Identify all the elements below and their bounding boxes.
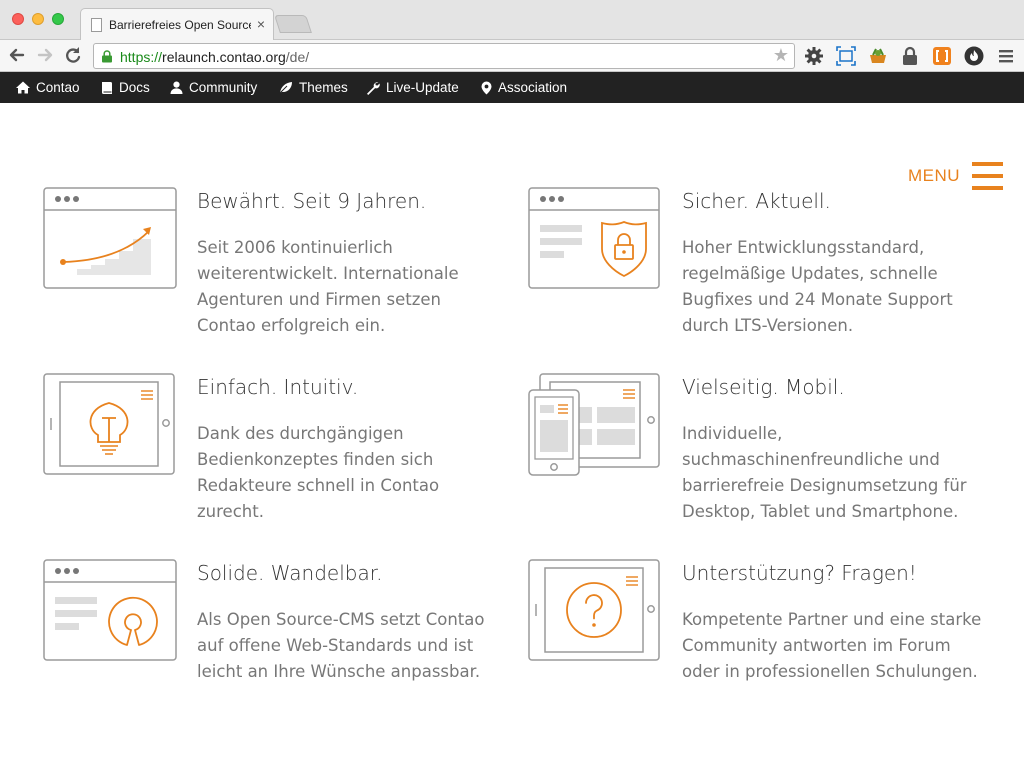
page-favicon-icon <box>91 18 102 32</box>
open-source-icon <box>43 559 177 661</box>
nav-link-themes[interactable]: Themes <box>279 72 348 103</box>
url-text: https://relaunch.contao.org/de/ <box>120 49 310 65</box>
forward-arrow-icon[interactable] <box>34 44 56 66</box>
map-pin-icon <box>481 81 492 94</box>
nav-link-community[interactable]: Community <box>170 72 257 103</box>
nav-link-contao[interactable]: Contao <box>16 72 80 103</box>
menu-label: MENU <box>908 166 961 185</box>
site-top-bar: Contao Docs Community Themes Live-Update… <box>0 72 1024 103</box>
feature-heading: Sicher. Aktuell. <box>682 189 831 213</box>
nav-link-live-update[interactable]: Live-Update <box>366 72 459 103</box>
feature-simple: Einfach. Intuitiv. Dank des durchgängige… <box>43 373 503 543</box>
screenshot-capture-icon[interactable] <box>835 45 857 67</box>
feature-heading: Solide. Wandelbar. <box>197 561 383 585</box>
feature-heading: Unterstützung? Fragen! <box>682 561 917 585</box>
feature-heading: Einfach. Intuitiv. <box>197 375 359 399</box>
feature-heading: Bewährt. Seit 9 Jahren. <box>197 189 427 213</box>
book-icon <box>102 81 112 94</box>
password-lock-icon[interactable] <box>899 45 921 67</box>
wrench-icon <box>367 81 380 95</box>
window-minimize-button[interactable] <box>32 13 44 25</box>
feature-proven: Bewährt. Seit 9 Jahren. Seit 2006 kontin… <box>43 187 503 357</box>
nav-label: Community <box>189 80 258 95</box>
feature-text: Kompetente Partner und eine starke Commu… <box>682 610 982 681</box>
feature-heading: Vielseitig. Mobil. <box>682 375 845 399</box>
window-close-button[interactable] <box>12 13 24 25</box>
growth-chart-icon <box>43 187 177 289</box>
browser-titlebar: Barrierefreies Open Source × <box>0 0 1024 41</box>
nav-label: Live-Update <box>386 80 459 95</box>
feature-support: Unterstützung? Fragen! Kompetente Partne… <box>528 559 988 729</box>
hamburger-icon <box>972 162 1004 190</box>
brackets-extension-icon[interactable] <box>931 45 953 67</box>
settings-gear-icon[interactable] <box>803 45 825 67</box>
feature-text: Als Open Source-CMS setzt Contao auf off… <box>197 610 485 681</box>
feature-text: Individuelle, suchmaschinenfreundliche u… <box>682 424 967 521</box>
question-icon <box>528 559 660 661</box>
feature-solid: Solide. Wandelbar. Als Open Source-CMS s… <box>43 559 503 729</box>
lightbulb-icon <box>43 373 175 475</box>
back-arrow-icon[interactable] <box>6 44 28 66</box>
secure-lock-icon <box>102 50 112 63</box>
feature-text: Seit 2006 kontinuierlich weiterentwickel… <box>197 238 459 335</box>
nav-label: Themes <box>299 80 348 95</box>
address-bar[interactable]: https://relaunch.contao.org/de/ ★ <box>93 43 795 69</box>
tab-title: Barrierefreies Open Source <box>109 18 251 32</box>
tab-close-icon[interactable]: × <box>257 16 265 32</box>
nav-label: Contao <box>36 80 80 95</box>
feature-mobile: Vielseitig. Mobil. Individuelle, suchmas… <box>528 373 988 543</box>
basket-extension-icon[interactable] <box>867 45 889 67</box>
feature-secure: Sicher. Aktuell. Hoher Entwicklungsstand… <box>528 187 988 357</box>
feature-text: Hoher Entwicklungsstandard, regelmäßige … <box>682 238 953 335</box>
new-tab-button[interactable] <box>274 15 312 33</box>
nav-link-docs[interactable]: Docs <box>101 72 150 103</box>
nav-label: Docs <box>119 80 150 95</box>
browser-toolbar: https://relaunch.contao.org/de/ ★ <box>0 40 1024 72</box>
nav-label: Association <box>498 80 568 95</box>
window-zoom-button[interactable] <box>52 13 64 25</box>
browser-tab[interactable]: Barrierefreies Open Source × <box>80 8 274 41</box>
browser-menu-icon[interactable] <box>995 45 1017 67</box>
reload-icon[interactable] <box>62 44 84 66</box>
leaf-icon <box>279 82 292 94</box>
bookmark-star-icon[interactable]: ★ <box>773 45 789 66</box>
nav-link-association[interactable]: Association <box>481 72 567 103</box>
user-icon <box>170 81 183 94</box>
home-icon <box>16 81 30 94</box>
devices-icon <box>528 373 660 476</box>
flame-extension-icon[interactable] <box>963 45 985 67</box>
menu-toggle[interactable]: MENU <box>908 162 1004 190</box>
shield-lock-icon <box>528 187 660 289</box>
feature-text: Dank des durchgängigen Bedienkonzeptes f… <box>197 424 440 521</box>
